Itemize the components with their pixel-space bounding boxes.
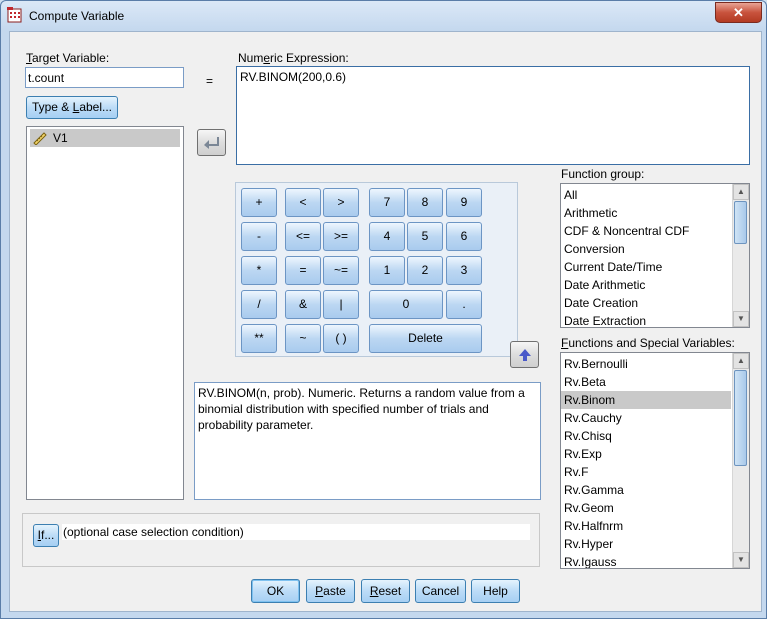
function-group-item[interactable]: Date Extraction <box>561 312 749 327</box>
case-selection-group <box>22 513 540 567</box>
calc-multiply-button[interactable]: * <box>241 256 277 285</box>
function-item[interactable]: Rv.Beta <box>561 373 749 391</box>
type-and-label-button[interactable]: Type & Label... <box>26 96 118 119</box>
function-item[interactable]: Rv.Cauchy <box>561 409 749 427</box>
function-group-item[interactable]: Current Date/Time <box>561 258 749 276</box>
calc-power-button[interactable]: ** <box>241 324 277 353</box>
calc-less-than-button[interactable]: < <box>285 188 321 217</box>
function-item[interactable]: Rv.Gamma <box>561 481 749 499</box>
function-group-item[interactable]: Date Creation <box>561 294 749 312</box>
variable-item-v1[interactable]: V1 <box>30 129 180 147</box>
help-button[interactable]: Help <box>471 579 520 603</box>
close-button[interactable]: ✕ <box>715 2 762 23</box>
calc-8-button[interactable]: 8 <box>407 188 443 217</box>
insert-function-button[interactable] <box>510 341 539 368</box>
dialog-body: Target Variable: = Type & Label... V1 Nu… <box>9 31 762 612</box>
calc-or-button[interactable]: | <box>323 290 359 319</box>
calc-and-button[interactable]: & <box>285 290 321 319</box>
function-group-scrollbar[interactable]: ▲ ▼ <box>732 184 749 327</box>
calc-delete-button[interactable]: Delete <box>369 324 482 353</box>
scroll-thumb[interactable] <box>734 201 747 244</box>
calc-minus-button[interactable]: - <box>241 222 277 251</box>
case-condition-text: (optional case selection condition) <box>62 524 530 540</box>
function-group-label: Function group: <box>561 167 645 181</box>
scroll-down-icon[interactable]: ▼ <box>733 311 749 327</box>
calc-7-button[interactable]: 7 <box>369 188 405 217</box>
function-item[interactable]: Rv.Chisq <box>561 427 749 445</box>
numeric-expression-input[interactable]: RV.BINOM(200,0.6) <box>236 66 750 165</box>
calc-0-button[interactable]: 0 <box>369 290 443 319</box>
function-group-item[interactable]: All <box>561 186 749 204</box>
function-item[interactable]: Rv.Exp <box>561 445 749 463</box>
function-item[interactable]: Rv.Igauss <box>561 553 749 568</box>
calc-3-button[interactable]: 3 <box>446 256 482 285</box>
function-item[interactable]: Rv.Bernoulli <box>561 355 749 373</box>
calc-greater-than-button[interactable]: > <box>323 188 359 217</box>
target-variable-label: Target Variable: <box>26 51 110 65</box>
cancel-button[interactable]: Cancel <box>415 579 466 603</box>
function-item[interactable]: Rv.Halfnrm <box>561 517 749 535</box>
scale-variable-icon <box>33 132 47 145</box>
calc-1-button[interactable]: 1 <box>369 256 405 285</box>
variable-list[interactable]: V1 <box>26 126 184 500</box>
function-item[interactable]: Rv.Hyper <box>561 535 749 553</box>
function-item-selected[interactable]: Rv.Binom <box>561 391 731 409</box>
function-group-item[interactable]: CDF & Noncentral CDF <box>561 222 749 240</box>
target-variable-input[interactable] <box>25 67 184 88</box>
calc-4-button[interactable]: 4 <box>369 222 405 251</box>
calc-not-equal-button[interactable]: ~= <box>323 256 359 285</box>
calc-2-button[interactable]: 2 <box>407 256 443 285</box>
calc-not-button[interactable]: ~ <box>285 324 321 353</box>
calc-decimal-button[interactable]: . <box>446 290 482 319</box>
function-group-item[interactable]: Date Arithmetic <box>561 276 749 294</box>
scroll-up-icon[interactable]: ▲ <box>733 353 749 369</box>
compute-variable-dialog: Compute Variable ✕ Target Variable: = Ty… <box>0 0 767 619</box>
if-button[interactable]: If... <box>33 524 59 547</box>
function-item[interactable]: Rv.Geom <box>561 499 749 517</box>
calculator-app-icon <box>7 7 22 23</box>
ok-button[interactable]: OK <box>251 579 300 603</box>
calc-9-button[interactable]: 9 <box>446 188 482 217</box>
move-variable-button[interactable] <box>197 129 226 156</box>
function-group-list[interactable]: All Arithmetic CDF & Noncentral CDF Conv… <box>560 183 750 328</box>
paste-button[interactable]: Paste <box>306 579 355 603</box>
title-bar[interactable]: Compute Variable ✕ <box>1 1 766 29</box>
calc-parentheses-button[interactable]: ( ) <box>323 324 359 353</box>
reset-button[interactable]: Reset <box>361 579 410 603</box>
numeric-expression-label: Numeric Expression: <box>238 51 349 65</box>
functions-scrollbar[interactable]: ▲ ▼ <box>732 353 749 568</box>
window-title: Compute Variable <box>29 9 125 23</box>
calc-6-button[interactable]: 6 <box>446 222 482 251</box>
return-arrow-icon <box>203 137 219 149</box>
functions-label: Functions and Special Variables: <box>561 336 735 350</box>
calc-greater-equal-button[interactable]: >= <box>323 222 359 251</box>
scroll-up-icon[interactable]: ▲ <box>733 184 749 200</box>
function-group-item[interactable]: Arithmetic <box>561 204 749 222</box>
scroll-down-icon[interactable]: ▼ <box>733 552 749 568</box>
calc-5-button[interactable]: 5 <box>407 222 443 251</box>
calc-less-equal-button[interactable]: <= <box>285 222 321 251</box>
equals-sign: = <box>206 74 214 88</box>
function-item[interactable]: Rv.F <box>561 463 749 481</box>
calc-plus-button[interactable]: + <box>241 188 277 217</box>
functions-list[interactable]: Rv.Bernoulli Rv.Beta Rv.Binom Rv.Cauchy … <box>560 352 750 569</box>
scroll-thumb[interactable] <box>734 370 747 466</box>
calc-divide-button[interactable]: / <box>241 290 277 319</box>
up-arrow-icon <box>518 349 531 361</box>
close-icon: ✕ <box>733 5 744 20</box>
calc-equals-button[interactable]: = <box>285 256 321 285</box>
function-group-item[interactable]: Conversion <box>561 240 749 258</box>
function-description: RV.BINOM(n, prob). Numeric. Returns a ra… <box>194 382 541 500</box>
